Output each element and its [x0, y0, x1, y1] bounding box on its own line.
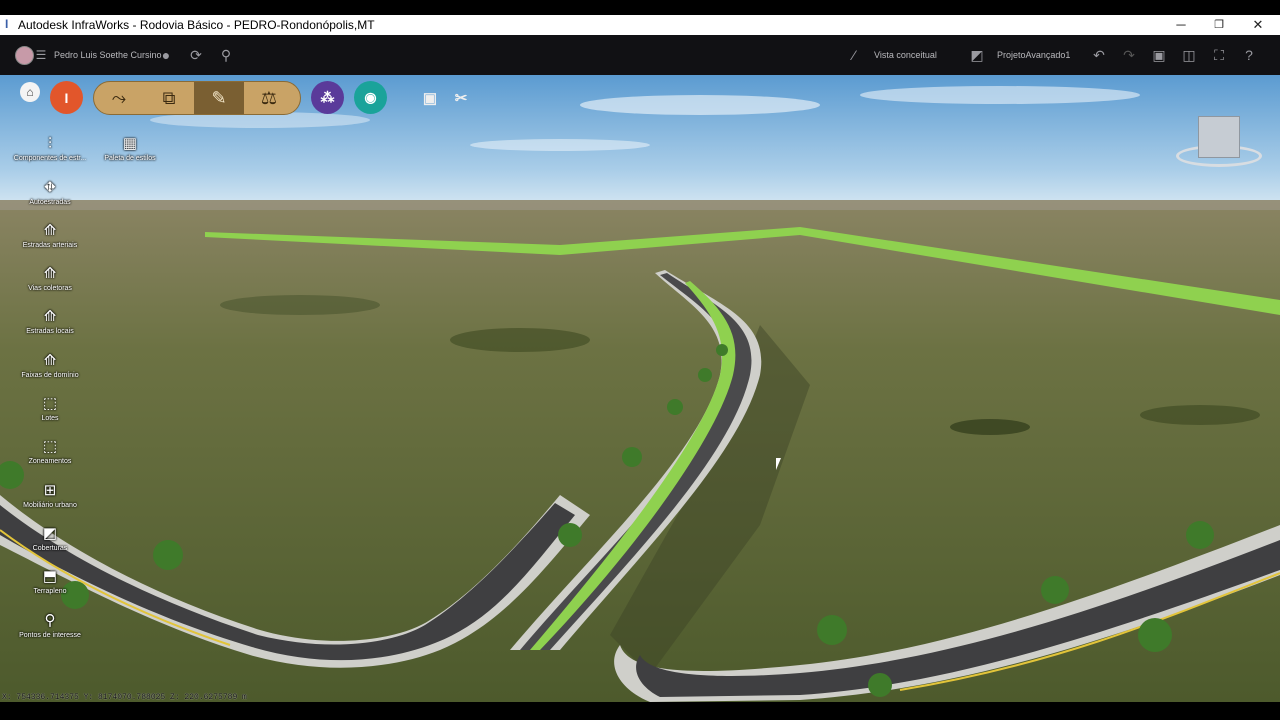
workflow-toolbar: ⤳ ⧉ ✎ ⚖ — [93, 81, 301, 115]
component-roads-label: Componentes de estr... — [13, 155, 87, 162]
help-icon[interactable]: ? — [1241, 47, 1257, 63]
local-road-icon: ⟰ — [43, 308, 57, 325]
tool-parcels[interactable]: ⬚ Lotes — [0, 395, 100, 422]
tool-coverages[interactable]: ◩ Coberturas — [0, 525, 100, 552]
user-avatar[interactable] — [15, 46, 34, 65]
tool-zoning[interactable]: ⬚ Zoneamentos — [0, 438, 100, 465]
collaboration-icon[interactable]: ⚲ — [218, 47, 234, 63]
tool-label: Estradas arteriais — [22, 242, 78, 249]
tool-right-of-way[interactable]: ⟰ Faixas de domínio — [0, 352, 100, 379]
arterial-road-icon: ⟰ — [43, 222, 57, 239]
user-name: Pedro Luis Soethe Cursino — [54, 50, 162, 60]
tool-collector-roads[interactable]: ⟰ Vias coletoras — [0, 265, 100, 292]
drainage-design-button[interactable]: ◉ — [354, 81, 387, 114]
window-title-bar: I Autodesk InfraWorks - Rodovia Básico -… — [0, 15, 1280, 35]
tool-label: Zoneamentos — [28, 458, 72, 465]
style-palette-label: Paleta de estilos — [104, 155, 156, 162]
earthwork-icon: ⬒ — [42, 568, 58, 585]
tool-label: Pontos de interesse — [19, 632, 81, 639]
tool-earthwork[interactable]: ⬒ Terrapleno — [0, 568, 100, 595]
mouse-cursor-icon — [776, 458, 781, 470]
city-furniture-icon: ⊞ — [43, 482, 57, 499]
tool-label: Coberturas — [32, 545, 68, 552]
top-toolbar: ☰ Pedro Luis Soethe Cursino ● ⟳ ⚲ ⁄ Vist… — [0, 35, 1280, 75]
copy-layers-icon[interactable]: ⧉ — [144, 82, 194, 114]
style-palette-icon: ▦ — [122, 135, 138, 152]
parcel-icon: ⬚ — [42, 395, 58, 412]
tool-label: Terrapleno — [33, 588, 67, 595]
window-title: Autodesk InfraWorks - Rodovia Básico - P… — [18, 18, 375, 32]
viewcube[interactable] — [1176, 116, 1262, 170]
tool-points-of-interest[interactable]: ⚲ Pontos de interesse — [0, 612, 100, 639]
redo-icon[interactable]: ↷ — [1121, 47, 1137, 63]
tool-city-furniture[interactable]: ⊞ Mobiliário urbano — [0, 482, 100, 509]
point-of-interest-icon: ⚲ — [44, 612, 56, 629]
tool-label: Faixas de domínio — [21, 372, 79, 379]
refresh-icon[interactable]: ⟳ — [188, 47, 204, 63]
highway-icon: ⛖ — [43, 179, 56, 196]
tool-label: Autoestradas — [29, 199, 71, 206]
save-icon[interactable]: ▣ — [1151, 47, 1167, 63]
3d-viewport[interactable]: ⌂ Ι ⤳ ⧉ ✎ ⚖ ⁂ ◉ ▣ ✂ ⫶ Componentes de est… — [0, 75, 1280, 702]
minimize-button[interactable]: ─ — [1161, 15, 1201, 35]
panels-icon[interactable]: ◫ — [1181, 47, 1197, 63]
infraworks-menu-button[interactable]: Ι — [50, 81, 83, 114]
tool-local-roads[interactable]: ⟰ Estradas locais — [0, 308, 100, 335]
analyze-icon[interactable]: ⚖ — [244, 82, 294, 114]
zoning-icon: ⬚ — [42, 438, 58, 455]
style-palette-tool[interactable]: ▦ Paleta de estilos — [80, 135, 180, 162]
fullscreen-icon[interactable]: ⛶ — [1211, 47, 1227, 63]
proposal-icon[interactable]: ◩ — [969, 47, 985, 63]
component-roads-icon: ⫶ — [48, 135, 52, 152]
road-design-icon[interactable]: ⤳ — [94, 82, 144, 114]
bridge-design-button[interactable]: ⁂ — [311, 81, 344, 114]
close-button[interactable]: ✕ — [1238, 15, 1278, 35]
infraworks-app-icon: I — [5, 17, 9, 31]
coordinate-readout: X: 754336.714375 Y: 8174070.788025 Z: 22… — [2, 693, 247, 702]
visual-style-icon[interactable]: ⁄ — [846, 47, 862, 63]
terrain-scene — [0, 75, 1280, 702]
home-icon[interactable]: ⌂ — [20, 82, 40, 102]
view-style-label[interactable]: Vista conceitual — [874, 35, 937, 75]
create-manage-icon[interactable]: ✎ — [194, 82, 244, 114]
settings-tools-icon[interactable]: ✂ — [450, 87, 472, 109]
right-of-way-icon: ⟰ — [43, 352, 57, 369]
tool-label: Estradas locais — [26, 328, 74, 335]
tool-arterial-roads[interactable]: ⟰ Estradas arteriais — [0, 222, 100, 249]
sync-status-icon[interactable]: ● — [158, 47, 174, 63]
menu-icon[interactable]: ☰ — [33, 47, 49, 63]
tool-label: Lotes — [41, 415, 59, 422]
status-bar: X: 754336.714375 Y: 8174070.788025 Z: 22… — [0, 693, 1280, 720]
undo-icon[interactable]: ↶ — [1091, 47, 1107, 63]
coverage-icon: ◩ — [42, 525, 58, 542]
presentation-icon[interactable]: ▣ — [419, 87, 441, 109]
proposal-label[interactable]: ProjetoAvançado1 — [997, 35, 1070, 75]
maximize-button[interactable]: ❐ — [1199, 15, 1239, 35]
tool-label: Vias coletoras — [28, 285, 72, 292]
tool-highways[interactable]: ⛖ Autoestradas — [0, 179, 100, 206]
tool-label: Mobiliário urbano — [23, 502, 77, 509]
collector-road-icon: ⟰ — [43, 265, 57, 282]
